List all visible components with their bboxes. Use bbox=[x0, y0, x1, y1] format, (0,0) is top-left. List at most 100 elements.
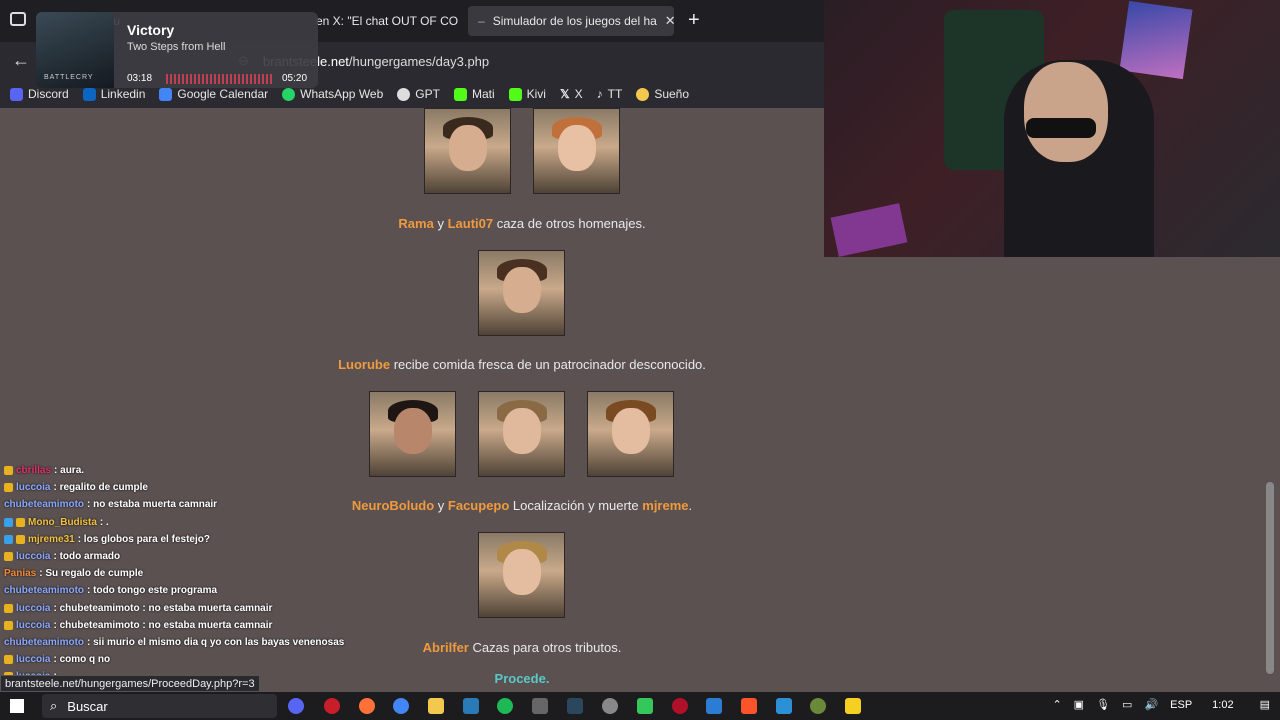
bookmark-label: Google Calendar bbox=[177, 87, 269, 101]
steam-icon[interactable] bbox=[567, 698, 583, 714]
chat-message: luccoia: chubeteamimoto : no estaba muer… bbox=[4, 600, 344, 617]
chevron-up-icon[interactable]: ⌃ bbox=[1052, 698, 1061, 711]
chat-text: : Su regalo de cumple bbox=[39, 568, 144, 580]
event-text: NeuroBoludo y Facupepo Localización y mu… bbox=[300, 498, 744, 513]
tiktok-icon: ♪ bbox=[596, 87, 603, 101]
track-duration: 05:20 bbox=[282, 73, 308, 84]
device-icon[interactable]: ▣ bbox=[1074, 698, 1084, 711]
bookmark-sueno[interactable]: Sueño bbox=[636, 87, 689, 101]
proceed-link[interactable]: Procede. bbox=[300, 671, 744, 686]
volume-icon[interactable]: 🔊 bbox=[1144, 698, 1158, 711]
calendar-taskbar-icon[interactable] bbox=[776, 698, 792, 714]
chat-badge-icon bbox=[4, 517, 13, 527]
chat-text: : . bbox=[99, 516, 109, 528]
windows-start-icon[interactable] bbox=[10, 699, 24, 713]
bookmark-whatsapp[interactable]: WhatsApp Web bbox=[282, 87, 383, 101]
now-playing-widget: BATTLECRY Victory Two Steps from Hell 03… bbox=[36, 12, 318, 88]
discord-taskbar-icon[interactable] bbox=[288, 698, 304, 714]
back-arrow-icon[interactable]: ← bbox=[12, 50, 30, 71]
app-green-icon[interactable] bbox=[637, 698, 653, 714]
event-description: caza de otros homenajes. bbox=[493, 216, 646, 231]
track-elapsed: 03:18 bbox=[127, 73, 153, 84]
tab-2[interactable]: en X: "El chat OUT OF CO✕ bbox=[306, 6, 464, 36]
microphone-icon[interactable]: 🎙 bbox=[1096, 698, 1110, 711]
webcam-head bbox=[1024, 62, 1108, 162]
bookmark-mati[interactable]: Mati bbox=[453, 87, 495, 101]
brave-icon[interactable] bbox=[741, 698, 757, 714]
firefox-taskbar-icon[interactable] bbox=[359, 698, 375, 714]
chat-text: : los globos para el festejo? bbox=[77, 533, 210, 545]
bookmark-discord[interactable]: Discord bbox=[10, 87, 69, 101]
bookmark-tiktok[interactable]: ♪ TT bbox=[597, 87, 623, 101]
chat-text: : regalito de cumple bbox=[53, 482, 148, 494]
search-placeholder: Buscar bbox=[67, 698, 108, 714]
bookmark-kivi[interactable]: Kivi bbox=[508, 87, 546, 101]
bookmark-label: Mati bbox=[471, 87, 495, 101]
album-art-text: BATTLECRY bbox=[44, 74, 94, 81]
tribute-photo bbox=[587, 391, 674, 477]
vscode-icon[interactable] bbox=[706, 698, 722, 714]
app-icon[interactable] bbox=[532, 698, 548, 714]
chat-username[interactable]: chubeteamimoto bbox=[4, 582, 84, 599]
bookmark-linkedin[interactable]: Linkedin bbox=[82, 87, 145, 101]
app-olive-icon[interactable] bbox=[810, 698, 826, 714]
app-v-icon[interactable] bbox=[463, 698, 479, 714]
search-icon: ⌕ bbox=[50, 698, 58, 713]
bookmark-label: WhatsApp Web bbox=[300, 87, 384, 101]
language-indicator[interactable]: ESP bbox=[1170, 699, 1192, 711]
discord-icon bbox=[10, 87, 23, 101]
chat-username[interactable]: luccoia bbox=[16, 651, 50, 668]
chat-badge-icon bbox=[4, 552, 13, 562]
webcam-overlay bbox=[824, 0, 1280, 257]
chat-message: chubeteamimoto: sii murio el mismo dia q… bbox=[4, 634, 344, 651]
close-tab-icon[interactable]: ✕ bbox=[665, 13, 674, 29]
chat-username[interactable]: luccoia bbox=[16, 479, 50, 496]
chat-username[interactable]: luccoia bbox=[16, 548, 50, 565]
tab-favicon-icon: – bbox=[478, 14, 485, 28]
spotify-icon[interactable] bbox=[497, 698, 513, 714]
tab-3-active[interactable]: – Simulador de los juegos del ha ✕ bbox=[468, 6, 674, 36]
new-tab-plus-icon[interactable]: + bbox=[688, 9, 700, 32]
audio-waveform bbox=[166, 74, 272, 84]
file-explorer-icon[interactable] bbox=[428, 698, 444, 714]
linkedin-icon bbox=[82, 87, 96, 101]
bookmark-gpt[interactable]: GPT bbox=[397, 87, 440, 101]
tab-list-icon[interactable] bbox=[10, 12, 26, 26]
tribute-photo bbox=[533, 108, 620, 194]
chat-username[interactable]: mjreme31 bbox=[28, 531, 75, 548]
chat-username[interactable]: chubeteamimoto bbox=[4, 496, 84, 513]
tribute-name: Rama bbox=[398, 216, 434, 231]
chat-username[interactable]: chubeteamimoto bbox=[4, 634, 84, 651]
network-icon[interactable]: ▭ bbox=[1122, 698, 1132, 711]
chat-username[interactable]: luccoia bbox=[16, 600, 50, 617]
tribute-photo bbox=[478, 391, 565, 477]
obs-icon[interactable] bbox=[602, 698, 618, 714]
bookmark-x[interactable]: 𝕏X bbox=[560, 87, 583, 101]
tribute-photo bbox=[478, 250, 565, 336]
chat-username[interactable]: cbrillas bbox=[16, 462, 51, 479]
notification-icon[interactable]: ▤ bbox=[1260, 698, 1270, 711]
chat-badge-icon bbox=[16, 534, 25, 544]
chat-text: : sii murio el mismo dia q yo con las ba… bbox=[87, 636, 345, 648]
chat-text: : como q no bbox=[53, 654, 111, 666]
clock[interactable]: 1:02 bbox=[1212, 699, 1233, 711]
chrome-taskbar-icon[interactable] bbox=[393, 698, 409, 714]
page-scrollbar[interactable] bbox=[1266, 482, 1274, 674]
opera-taskbar-icon[interactable] bbox=[324, 698, 340, 714]
bookmark-google-calendar[interactable]: Google Calendar bbox=[159, 87, 268, 101]
chat-username[interactable]: luccoia bbox=[16, 617, 50, 634]
app-red-icon[interactable] bbox=[672, 698, 688, 714]
bookmark-label: Kivi bbox=[526, 87, 546, 101]
chat-message: luccoia: como q no bbox=[4, 651, 344, 668]
sticky-notes-icon[interactable] bbox=[845, 698, 861, 714]
album-art: BATTLECRY bbox=[36, 12, 114, 88]
taskbar-search[interactable]: ⌕ Buscar bbox=[42, 694, 277, 718]
windows-taskbar: ⌕ Buscar ⌃ ▣ 🎙 ▭ 🔊 ESP 1:02 ▤ bbox=[0, 692, 1280, 720]
chat-username[interactable]: Panias bbox=[4, 565, 36, 582]
cloud-icon bbox=[636, 87, 650, 101]
whatsapp-icon bbox=[282, 87, 296, 101]
tribute-photo bbox=[424, 108, 511, 194]
openai-icon bbox=[397, 87, 411, 101]
chat-username[interactable]: Mono_Budista bbox=[28, 514, 97, 531]
address-bar[interactable]: ⊖ brantsteele.net/hungergames/day3.php bbox=[238, 48, 818, 74]
